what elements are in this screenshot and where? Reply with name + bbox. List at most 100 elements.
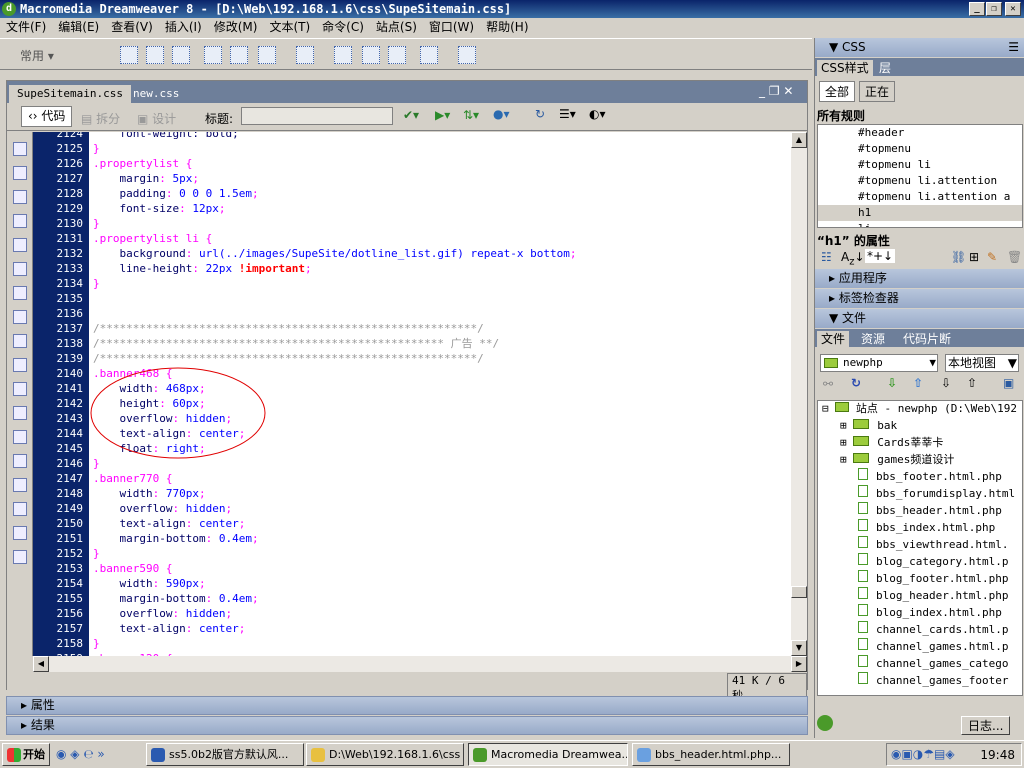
file-item[interactable]: bbs_forumdisplay.html [818,485,1022,502]
panel-application[interactable]: ▸ 应用程序 [815,269,1024,288]
file-item[interactable]: ⊞ bak [818,417,1022,434]
insert-tool-icon[interactable] [172,46,190,64]
title-input[interactable] [241,107,393,125]
insert-tool-icon[interactable] [258,46,276,64]
coding-tool-icon[interactable] [13,166,27,180]
tab-assets[interactable]: 资源 [861,331,885,347]
log-button[interactable]: 日志... [961,716,1011,735]
visual-aids-icon[interactable]: ◐▾ [589,107,606,121]
panel-results[interactable]: ▸ 结果 [6,716,808,735]
coding-tool-icon[interactable] [13,142,27,156]
file-item[interactable]: channel_games_catego [818,655,1022,672]
rule-item[interactable]: #topmenu li.attention a [818,189,1022,205]
coding-tool-icon[interactable] [13,334,27,348]
view-select[interactable]: 本地视图 ▼ [945,354,1019,372]
menu-item[interactable]: 查看(V) [105,18,159,37]
coding-tool-icon[interactable] [13,286,27,300]
rule-item[interactable]: #topmenu li [818,157,1022,173]
rule-item[interactable]: h1 [818,205,1022,221]
tab-supesitemain-css[interactable]: SupeSitemain.css [9,85,131,103]
file-item[interactable]: bbs_index.html.php [818,519,1022,536]
insert-tool-icon[interactable] [204,46,222,64]
menu-item[interactable]: 插入(I) [159,18,208,37]
site-select[interactable]: newphp ▼ [820,354,938,372]
sort-az-icon[interactable]: Az↓ [841,250,865,267]
code-editor[interactable]: 2124 2125 2126 2127 2128 2129 2130 2131 2132 2133… [7,132,807,656]
file-item[interactable]: bbs_viewthread.html. [818,536,1022,553]
coding-tool-icon[interactable] [13,406,27,420]
file-item[interactable]: channel_games.html.p [818,638,1022,655]
coding-tool-icon[interactable] [13,238,27,252]
menu-item[interactable]: 修改(M) [208,18,264,37]
tab-files[interactable]: 文件 [817,331,850,347]
rule-item[interactable]: #header [818,125,1022,141]
vertical-scrollbar[interactable]: ▲ ▼ [791,132,807,656]
scroll-up-button[interactable]: ▲ [791,132,807,148]
check-in-icon[interactable]: ⇧ [967,376,977,390]
tray-icons[interactable]: ◉▣◑☂▤◈ [891,747,955,761]
put-icon[interactable]: ⇧ [913,376,923,390]
mode-all-button[interactable]: 全部 [819,81,856,102]
taskbar-task[interactable]: Macromedia Dreamwea... [468,743,628,766]
menu-item[interactable]: 文本(T) [263,18,316,37]
check-out-icon[interactable]: ⇩ [941,376,951,390]
panel-options-icon[interactable]: ☰ [1008,38,1019,57]
edit-icon[interactable]: ✎ [987,250,997,264]
taskbar-task[interactable]: bbs_header.html.php... [632,743,790,766]
insert-tool-icon[interactable] [230,46,248,64]
insert-tool-icon[interactable] [458,46,476,64]
file-tree-root[interactable]: ⊟ 站点 - newphp (D:\Web\192 [818,401,1022,417]
rule-item[interactable]: #topmenu li.attention [818,173,1022,189]
coding-tool-icon[interactable] [13,430,27,444]
browser-check-icon[interactable]: ●▾ [493,107,510,121]
category-view-icon[interactable]: ☷ [821,250,832,264]
mode-current-button[interactable]: 正在 [859,81,896,102]
coding-tool-icon[interactable] [13,262,27,276]
file-item[interactable]: channel_cards.html.p [818,621,1022,638]
scroll-left-button[interactable]: ◀ [33,656,49,672]
expand-icon[interactable]: ▣ [1003,376,1014,390]
minimize-button[interactable]: _ [969,2,985,16]
menu-item[interactable]: 帮助(H) [480,18,534,37]
file-item[interactable]: ⊞ games频道设计 [818,451,1022,468]
start-button[interactable]: 开始 [2,743,50,766]
close-button[interactable]: ✕ [1005,2,1021,16]
coding-tool-icon[interactable] [13,478,27,492]
new-rule-icon[interactable]: ⊞ [969,250,979,264]
coding-tool-icon[interactable] [13,358,27,372]
panel-tag-inspector[interactable]: ▸ 标签检查器 [815,289,1024,308]
rule-item[interactable]: #topmenu [818,141,1022,157]
menu-item[interactable]: 文件(F) [0,18,52,37]
menu-item[interactable]: 编辑(E) [52,18,105,37]
category-dropdown[interactable]: 常用 ▾ [20,47,54,64]
connect-icon[interactable]: ⚯ [823,377,833,391]
refresh-icon[interactable]: ↻ [851,376,861,390]
file-item[interactable]: blog_category.html.p [818,553,1022,570]
menu-item[interactable]: 窗口(W) [423,18,480,37]
file-item[interactable]: blog_footer.html.php [818,570,1022,587]
css-panel-header[interactable]: ▼ CSS ☰ [815,38,1024,57]
coding-tool-icon[interactable] [13,214,27,228]
file-item[interactable]: bbs_header.html.php [818,502,1022,519]
coding-tool-icon[interactable] [13,550,27,564]
validate-icon[interactable]: ✔▾ [403,108,419,122]
coding-tool-icon[interactable] [13,454,27,468]
taskbar-task[interactable]: D:\Web\192.168.1.6\css [306,743,464,766]
insert-tool-icon[interactable] [296,46,314,64]
doc-window-controls[interactable]: _ ❐ ✕ [759,84,793,98]
view-options-icon[interactable]: ☰▾ [559,107,576,121]
coding-tool-icon[interactable] [13,190,27,204]
refresh-icon[interactable]: ↻ [535,107,545,121]
file-item[interactable]: channel_games_footer [818,672,1022,689]
scroll-thumb[interactable] [791,586,807,598]
insert-tool-icon[interactable] [362,46,380,64]
file-item[interactable]: blog_header.html.php [818,587,1022,604]
insert-tool-icon[interactable] [334,46,352,64]
split-view-button[interactable]: ▤ 拆分 [81,110,120,127]
file-transfer-icon[interactable]: ⇅▾ [463,108,479,122]
tab-layers[interactable]: 层 [879,60,891,76]
scroll-down-button[interactable]: ▼ [791,640,807,656]
files-panel-header[interactable]: ▼ 文件 [815,309,1024,328]
coding-tool-icon[interactable] [13,526,27,540]
file-item[interactable]: ⊞ Cards莘莘卡 [818,434,1022,451]
